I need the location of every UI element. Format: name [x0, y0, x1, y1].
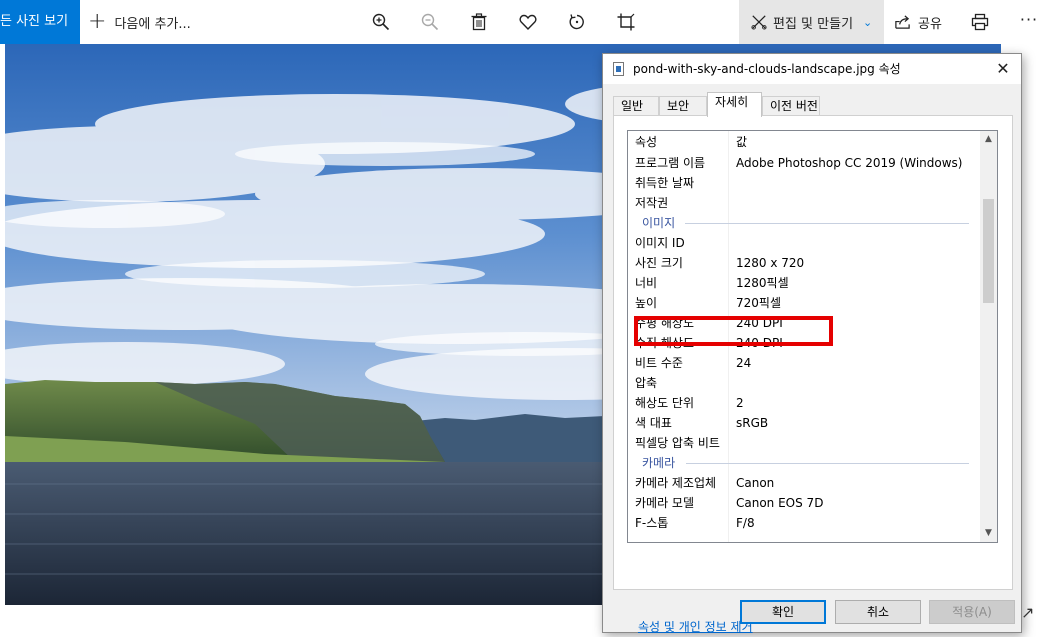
tab-details[interactable]: 자세히 [707, 92, 762, 117]
list-item[interactable]: 비트 수준 24 [628, 353, 981, 373]
more-options-button[interactable]: ··· [1012, 6, 1046, 34]
list-item[interactable]: 색 대표 sRGB [628, 413, 981, 433]
list-item[interactable]: 사진 크기 1280 x 720 [628, 253, 981, 273]
property-name: 카메라 제조업체 [635, 476, 717, 490]
list-item[interactable]: 프로그램 이름 Adobe Photoshop CC 2019 (Windows… [628, 153, 981, 173]
edit-create-button[interactable]: 편집 및 만들기 ⌄ [739, 0, 884, 44]
crop-icon[interactable] [611, 8, 641, 36]
property-name: 너비 [635, 276, 658, 290]
property-name: 취득한 날짜 [635, 176, 695, 190]
group-header-image: 이미지 [628, 213, 981, 233]
list-item[interactable]: 취득한 날짜 [628, 173, 981, 193]
edit-tools-icon [751, 15, 767, 30]
edit-create-label: 편집 및 만들기 [773, 16, 854, 32]
property-value: 240 DPI [736, 336, 783, 350]
see-all-photos-button[interactable]: 든 사진 보기 [0, 0, 80, 44]
property-value: 2 [736, 396, 744, 410]
properties-rows: 속성 값 프로그램 이름 Adobe Photoshop CC 2019 (Wi… [628, 131, 981, 533]
property-value: 720픽셀 [736, 296, 781, 310]
property-value: Adobe Photoshop CC 2019 (Windows) [736, 156, 963, 170]
property-column-header[interactable]: 속성 [635, 131, 657, 153]
group-label: 카메라 [642, 456, 676, 470]
property-value: Canon [736, 476, 775, 490]
property-name: 이미지 ID [635, 236, 685, 250]
list-item[interactable]: 저작권 [628, 193, 981, 213]
list-item[interactable]: 높이 720픽셀 [628, 293, 981, 313]
list-item[interactable]: 카메라 제조업체 Canon [628, 473, 981, 493]
property-value: F/8 [736, 516, 755, 530]
property-name: 사진 크기 [635, 256, 683, 270]
property-name: F-스톱 [635, 516, 669, 530]
property-name: 픽셀당 압축 비트 [635, 436, 720, 450]
property-value: sRGB [736, 416, 769, 430]
group-divider [686, 463, 969, 464]
property-name: 프로그램 이름 [635, 156, 706, 170]
properties-list[interactable]: 속성 값 프로그램 이름 Adobe Photoshop CC 2019 (Wi… [627, 130, 998, 543]
delete-icon[interactable] [464, 8, 494, 36]
list-item[interactable]: 수직 해상도 240 DPI [628, 333, 981, 353]
plus-icon: + [88, 9, 107, 34]
zoom-in-icon[interactable] [366, 8, 396, 36]
property-value: 1280 x 720 [736, 256, 805, 270]
ok-button[interactable]: 확인 [740, 600, 826, 624]
group-divider [685, 223, 969, 224]
add-to-label: 다음에 추가... [114, 16, 191, 32]
apply-button[interactable]: 적용(A) [929, 600, 1015, 624]
favorite-heart-icon[interactable] [513, 8, 543, 36]
list-item[interactable]: 해상도 단위 2 [628, 393, 981, 413]
dialog-title: pond-with-sky-and-clouds-landscape.jpg 속… [633, 62, 901, 76]
list-item[interactable]: F-스톱 F/8 [628, 513, 981, 533]
value-column-header[interactable]: 값 [736, 131, 747, 153]
scrollbar-thumb[interactable] [983, 199, 994, 303]
property-value: 24 [736, 356, 752, 370]
chevron-down-icon: ⌄ [863, 15, 873, 29]
tab-general[interactable]: 일반 [613, 96, 659, 116]
cancel-button[interactable]: 취소 [835, 600, 921, 624]
list-item[interactable]: 이미지 ID [628, 233, 981, 253]
tab-previous-versions[interactable]: 이전 버전 [762, 96, 820, 116]
zoom-out-icon[interactable] [415, 8, 445, 36]
property-name: 비트 수준 [635, 356, 683, 370]
share-label: 공유 [918, 16, 942, 32]
vertical-scrollbar[interactable]: ▲ ▼ [980, 131, 997, 542]
list-header: 속성 값 [628, 131, 981, 153]
expand-icon[interactable]: ↗ [1021, 603, 1034, 622]
list-item[interactable]: 수평 해상도 240 DPI [628, 313, 981, 333]
dialog-title-bar[interactable]: pond-with-sky-and-clouds-landscape.jpg 속… [603, 54, 1021, 84]
property-name: 저작권 [635, 196, 669, 210]
tab-security[interactable]: 보안 [659, 96, 707, 116]
property-name: 높이 [635, 296, 658, 310]
property-name: 해상도 단위 [635, 396, 695, 410]
property-value: 1280픽셀 [736, 276, 789, 290]
group-header-camera: 카메라 [628, 453, 981, 473]
list-item[interactable]: 너비 1280픽셀 [628, 273, 981, 293]
remove-properties-link[interactable]: 속성 및 개인 정보 제거 [638, 618, 753, 635]
list-item[interactable]: 픽셀당 압축 비트 [628, 433, 981, 453]
list-item[interactable]: 카메라 모델 Canon EOS 7D [628, 493, 981, 513]
share-button[interactable]: 공유 [894, 0, 942, 44]
property-name: 수평 해상도 [635, 316, 695, 330]
details-panel: 속성 값 프로그램 이름 Adobe Photoshop CC 2019 (Wi… [613, 115, 1013, 634]
share-icon [895, 14, 910, 29]
close-icon[interactable]: ✕ [993, 59, 1013, 79]
property-name: 색 대표 [635, 416, 672, 430]
print-icon[interactable] [965, 8, 995, 36]
property-value: 240 DPI [736, 316, 783, 330]
property-name: 카메라 모델 [635, 496, 695, 510]
group-label: 이미지 [642, 216, 676, 230]
image-file-icon [613, 62, 624, 76]
property-value: Canon EOS 7D [736, 496, 824, 510]
properties-dialog: pond-with-sky-and-clouds-landscape.jpg 속… [602, 53, 1022, 634]
rotate-icon[interactable] [562, 8, 592, 36]
list-item[interactable]: 압축 [628, 373, 981, 393]
scroll-down-icon[interactable]: ▼ [980, 525, 997, 542]
property-name: 수직 해상도 [635, 336, 695, 350]
property-name: 압축 [635, 376, 658, 390]
add-to-button[interactable]: + 다음에 추가... [88, 0, 191, 44]
scroll-up-icon[interactable]: ▲ [980, 131, 997, 148]
photos-toolbar: 든 사진 보기 + 다음에 추가... 편집 및 만들기 ⌄ 공유 ··· [0, 0, 1051, 44]
